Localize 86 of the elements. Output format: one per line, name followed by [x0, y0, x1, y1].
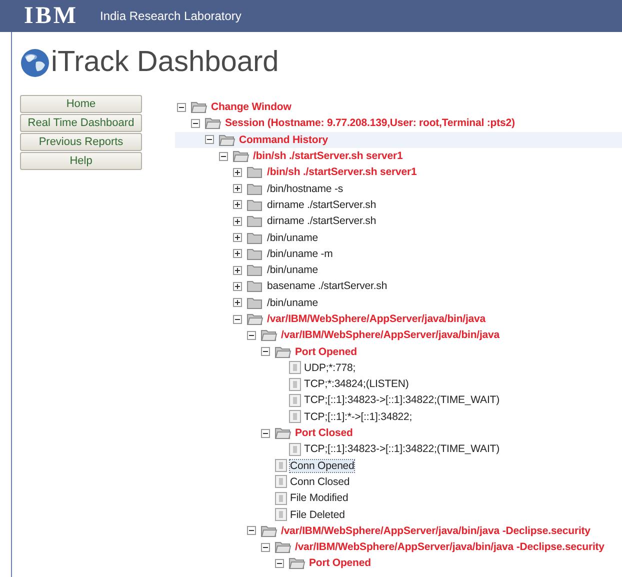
tree-item[interactable]: basename ./startServer.sh	[267, 280, 388, 292]
tree-item[interactable]: /var/IBM/WebSphere/AppServer/java/bin/java -Declipse.security	[281, 524, 590, 537]
nav-button[interactable]: Help	[20, 152, 142, 170]
tree-item[interactable]: /var/IBM/WebSphere/AppServer/java/bin/java -Declipse.security	[295, 541, 604, 554]
document-icon	[275, 459, 287, 472]
collapse-icon[interactable]	[205, 135, 214, 144]
collapse-icon[interactable]	[261, 347, 270, 356]
tree-item[interactable]: /bin/sh ./startServer.sh server1	[267, 166, 417, 178]
collapse-icon[interactable]	[177, 102, 186, 112]
tree-item[interactable]: TCP;[::1]:34823->[::1]:34822;(TIME_WAIT)	[304, 443, 500, 456]
nav-button[interactable]: Home	[20, 95, 142, 113]
tree-item[interactable]: /bin/hostname -s	[267, 182, 344, 195]
nav-button[interactable]: Previous Reports	[20, 133, 142, 151]
expand-icon[interactable]	[233, 184, 242, 194]
expand-icon[interactable]	[233, 282, 242, 291]
open-folder-icon	[219, 134, 235, 146]
expand-icon[interactable]	[233, 249, 242, 258]
tree-item[interactable]: TCP;[::1]:34823->[::1]:34822;(TIME_WAIT)	[304, 394, 500, 406]
tree-item[interactable]: Port Opened	[295, 346, 357, 358]
expand-icon[interactable]	[233, 266, 242, 275]
logo: IBM	[24, 4, 78, 28]
tree-item[interactable]: /var/IBM/WebSphere/AppServer/java/bin/java	[267, 313, 486, 325]
folder-icon	[247, 198, 263, 211]
collapse-icon[interactable]	[247, 526, 256, 536]
tree-item[interactable]: TCP;*:34824;(LISTEN)	[304, 378, 409, 390]
globe-icon	[20, 48, 50, 78]
tree-item[interactable]: Session (Hostname: 9.77.208.139,User: root,Terminal :pts2)	[225, 117, 515, 130]
tree-item[interactable]: /bin/uname	[267, 296, 318, 309]
document-icon	[289, 361, 301, 374]
tree-item[interactable]: Conn Closed	[290, 476, 350, 488]
collapse-icon[interactable]	[261, 542, 270, 552]
tree-item[interactable]: /var/IBM/WebSphere/AppServer/java/bin/java	[281, 329, 500, 342]
open-folder-icon	[247, 313, 263, 325]
tree-item[interactable]: dirname ./startServer.sh	[267, 198, 376, 211]
open-folder-icon	[261, 329, 277, 342]
folder-icon	[247, 182, 263, 195]
tree-item[interactable]: /bin/uname	[267, 264, 318, 276]
tree-item[interactable]: File Modified	[290, 492, 348, 504]
document-icon	[289, 410, 301, 424]
lab-name: India Research Laboratory	[100, 9, 242, 23]
expand-icon[interactable]	[233, 200, 242, 210]
document-icon	[275, 475, 287, 488]
tree-item[interactable]: dirname ./startServer.sh	[267, 215, 376, 228]
folder-icon	[247, 280, 263, 292]
expand-icon[interactable]	[233, 216, 242, 226]
document-icon	[275, 508, 287, 522]
tree-item[interactable]: File Deleted	[290, 508, 345, 521]
expand-icon[interactable]	[233, 298, 242, 308]
tree-item[interactable]: Change Window	[211, 101, 292, 114]
tree-item[interactable]: Port Opened	[309, 557, 371, 570]
open-folder-icon	[275, 427, 291, 440]
open-folder-icon	[275, 346, 291, 358]
tree-item[interactable]: TCP;[::1]:*->[::1]:34822;	[304, 410, 412, 423]
document-icon	[275, 492, 287, 505]
expand-icon[interactable]	[233, 233, 242, 242]
expand-icon[interactable]	[233, 168, 242, 177]
nav-button[interactable]: Real Time Dashboard	[20, 114, 142, 132]
tree-item[interactable]: Port Closed	[295, 427, 353, 440]
collapse-icon[interactable]	[247, 330, 256, 340]
document-icon	[289, 442, 301, 456]
folder-icon	[247, 264, 263, 276]
open-folder-icon	[205, 117, 221, 130]
open-folder-icon	[233, 150, 249, 162]
document-icon	[289, 394, 301, 407]
collapse-icon[interactable]	[233, 314, 242, 324]
tree-item[interactable]: Command History	[239, 134, 328, 146]
open-folder-icon	[191, 101, 207, 114]
collapse-icon[interactable]	[261, 428, 270, 438]
page-title: iTrack Dashboard	[51, 46, 279, 79]
tree-item[interactable]: Conn Opened	[290, 460, 354, 472]
tree-item[interactable]: /bin/sh ./startServer.sh server1	[253, 150, 403, 162]
document-icon	[289, 378, 301, 391]
collapse-icon[interactable]	[275, 558, 284, 568]
tree-item[interactable]: /bin/uname	[267, 232, 318, 244]
folder-icon	[247, 166, 263, 178]
collapse-icon[interactable]	[191, 118, 200, 128]
folder-icon	[247, 232, 263, 244]
open-folder-icon	[261, 524, 277, 537]
tree-item[interactable]: UDP;*:778;	[304, 362, 356, 374]
open-folder-icon	[275, 541, 291, 554]
collapse-icon[interactable]	[219, 152, 228, 161]
tree-item[interactable]: /bin/uname -m	[267, 248, 333, 260]
folder-icon	[247, 296, 263, 309]
folder-icon	[247, 248, 263, 260]
folder-icon	[247, 215, 263, 228]
open-folder-icon	[289, 557, 305, 570]
